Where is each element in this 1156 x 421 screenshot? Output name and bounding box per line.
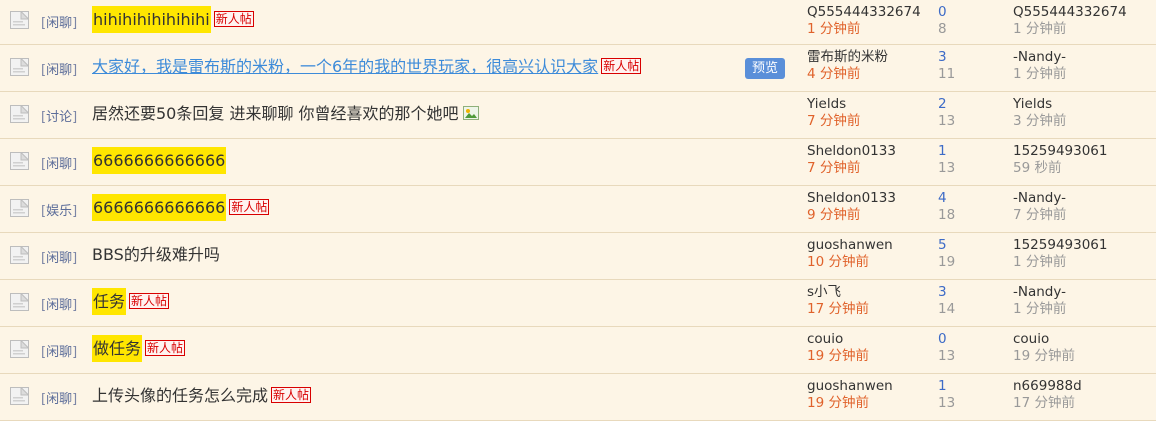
reply-count[interactable]: 5 xyxy=(938,237,955,254)
thread-row: [闲聊] 任务 新人帖 s小飞 17 分钟前 3 14 -Nandy- 1 分钟前 xyxy=(0,280,1156,327)
last-reply-time[interactable]: 1 分钟前 xyxy=(1013,66,1066,83)
last-reply-time[interactable]: 1 分钟前 xyxy=(1013,301,1066,318)
thread-author[interactable]: s小飞 xyxy=(807,284,869,301)
view-count: 8 xyxy=(938,21,947,37)
last-reply-user[interactable]: -Nandy- xyxy=(1013,190,1066,207)
last-reply-user[interactable]: -Nandy- xyxy=(1013,284,1066,301)
thread-doc-icon xyxy=(10,104,30,123)
reply-count[interactable]: 0 xyxy=(938,331,955,348)
last-reply-time[interactable]: 17 分钟前 xyxy=(1013,395,1082,412)
thread-list: [闲聊] hihihihihihihihi 新人帖 Q555444332674 1 分钟… xyxy=(0,0,1156,421)
thread-doc-icon xyxy=(10,245,30,264)
thread-category[interactable]: [闲聊] xyxy=(41,388,77,407)
thread-row: [娱乐] 6666666666666 新人帖 Sheldon0133 9 分钟前 4 18 -… xyxy=(0,186,1156,233)
new-user-post-badge[interactable]: 新人帖 xyxy=(213,11,254,27)
thread-title-link[interactable]: 居然还要50条回复 进来聊聊 你曾经喜欢的那个她吧 xyxy=(92,104,459,123)
thread-author[interactable]: 雷布斯的米粉 xyxy=(807,49,888,66)
thread-row: [闲聊] 上传头像的任务怎么完成 新人帖 guoshanwen 19 分钟前 1 13 n66… xyxy=(0,374,1156,421)
last-reply-user[interactable]: couio xyxy=(1013,331,1075,348)
thread-doc-icon xyxy=(10,339,30,358)
view-count: 11 xyxy=(938,66,956,82)
thread-author[interactable]: Sheldon0133 xyxy=(807,190,896,207)
new-user-post-badge[interactable]: 新人帖 xyxy=(229,199,270,215)
post-time: 4 分钟前 xyxy=(807,66,861,82)
thread-category[interactable]: [闲聊] xyxy=(41,153,77,172)
last-reply-user[interactable]: 15259493061 xyxy=(1013,143,1107,160)
thread-row: [闲聊] hihihihihihihihi 新人帖 Q555444332674 1 分钟… xyxy=(0,0,1156,45)
reply-count[interactable]: 3 xyxy=(938,284,955,301)
thread-doc-icon xyxy=(10,10,30,29)
thread-title-link[interactable]: hihihihihihihihi xyxy=(92,6,211,33)
thread-title-link[interactable]: 任务 xyxy=(92,288,127,315)
thread-title-link[interactable]: 做任务 xyxy=(92,335,143,362)
thread-doc-icon xyxy=(10,198,30,217)
thread-row: [闲聊] 6666666666666 Sheldon0133 7 分钟前 1 13 1525… xyxy=(0,139,1156,186)
thread-doc-icon xyxy=(10,57,30,76)
thread-title-link[interactable]: 6666666666666 xyxy=(92,194,227,221)
thread-row: [闲聊] 大家好，我是雷布斯的米粉，一个6年的我的世界玩家，很高兴认识大家 新人帖 预… xyxy=(0,45,1156,92)
thread-category[interactable]: [闲聊] xyxy=(41,12,77,31)
last-reply-time[interactable]: 1 分钟前 xyxy=(1013,254,1107,271)
post-time: 7 分钟前 xyxy=(807,113,861,129)
thread-author[interactable]: Sheldon0133 xyxy=(807,143,896,160)
last-reply-user[interactable]: Q555444332674 xyxy=(1013,4,1127,21)
thread-title-link[interactable]: 上传头像的任务怎么完成 xyxy=(92,386,268,405)
thread-category[interactable]: [闲聊] xyxy=(41,59,77,78)
last-reply-time[interactable]: 19 分钟前 xyxy=(1013,348,1075,365)
thread-doc-icon xyxy=(10,386,30,405)
thread-author[interactable]: Q555444332674 xyxy=(807,4,921,21)
new-user-post-badge[interactable]: 新人帖 xyxy=(129,293,170,309)
new-user-post-badge[interactable]: 新人帖 xyxy=(601,58,642,74)
thread-category[interactable]: [娱乐] xyxy=(41,200,77,219)
last-reply-user[interactable]: Yields xyxy=(1013,96,1066,113)
view-count: 14 xyxy=(938,301,956,317)
view-count: 13 xyxy=(938,113,956,129)
last-reply-time[interactable]: 3 分钟前 xyxy=(1013,113,1066,130)
thread-author[interactable]: couio xyxy=(807,331,869,348)
new-user-post-badge[interactable]: 新人帖 xyxy=(145,340,186,356)
thread-author[interactable]: guoshanwen xyxy=(807,378,893,395)
new-user-post-badge[interactable]: 新人帖 xyxy=(271,387,312,403)
thread-category[interactable]: [讨论] xyxy=(41,106,77,125)
thread-doc-icon xyxy=(10,292,30,311)
reply-count[interactable]: 3 xyxy=(938,49,955,66)
reply-count[interactable]: 1 xyxy=(938,143,955,160)
post-time: 7 分钟前 xyxy=(807,160,861,176)
last-reply-user[interactable]: 15259493061 xyxy=(1013,237,1107,254)
last-reply-user[interactable]: n669988d xyxy=(1013,378,1082,395)
thread-row: [闲聊] 做任务 新人帖 couio 19 分钟前 0 13 couio 19 分钟前 xyxy=(0,327,1156,374)
post-time: 1 分钟前 xyxy=(807,21,861,37)
last-reply-user[interactable]: -Nandy- xyxy=(1013,49,1066,66)
thread-row: [讨论] 居然还要50条回复 进来聊聊 你曾经喜欢的那个她吧 Yields 7 分钟前… xyxy=(0,92,1156,139)
thread-title-link[interactable]: 6666666666666 xyxy=(92,147,227,174)
thread-title-link[interactable]: BBS的升级难升吗 xyxy=(92,245,220,264)
thread-author[interactable]: guoshanwen xyxy=(807,237,893,254)
thread-category[interactable]: [闲聊] xyxy=(41,247,77,266)
last-reply-time[interactable]: 59 秒前 xyxy=(1013,160,1107,177)
reply-count[interactable]: 0 xyxy=(938,4,947,21)
last-reply-time[interactable]: 1 分钟前 xyxy=(1013,21,1127,38)
reply-count[interactable]: 1 xyxy=(938,378,955,395)
thread-row: [闲聊] BBS的升级难升吗 guoshanwen 10 分钟前 5 19 15259493… xyxy=(0,233,1156,280)
post-time: 17 分钟前 xyxy=(807,301,869,317)
reply-count[interactable]: 2 xyxy=(938,96,955,113)
view-count: 13 xyxy=(938,395,956,411)
view-count: 18 xyxy=(938,207,956,223)
post-time: 19 分钟前 xyxy=(807,348,869,364)
image-attachment-icon xyxy=(462,104,479,120)
thread-category[interactable]: [闲聊] xyxy=(41,341,77,360)
reply-count[interactable]: 4 xyxy=(938,190,955,207)
post-time: 19 分钟前 xyxy=(807,395,869,411)
thread-author[interactable]: Yields xyxy=(807,96,860,113)
preview-button[interactable]: 预览 xyxy=(745,58,785,79)
thread-title-link[interactable]: 大家好，我是雷布斯的米粉，一个6年的我的世界玩家，很高兴认识大家 xyxy=(92,57,598,76)
view-count: 19 xyxy=(938,254,956,270)
thread-doc-icon xyxy=(10,151,30,170)
thread-category[interactable]: [闲聊] xyxy=(41,294,77,313)
post-time: 10 分钟前 xyxy=(807,254,869,270)
last-reply-time[interactable]: 7 分钟前 xyxy=(1013,207,1066,224)
view-count: 13 xyxy=(938,160,956,176)
post-time: 9 分钟前 xyxy=(807,207,861,223)
view-count: 13 xyxy=(938,348,956,364)
